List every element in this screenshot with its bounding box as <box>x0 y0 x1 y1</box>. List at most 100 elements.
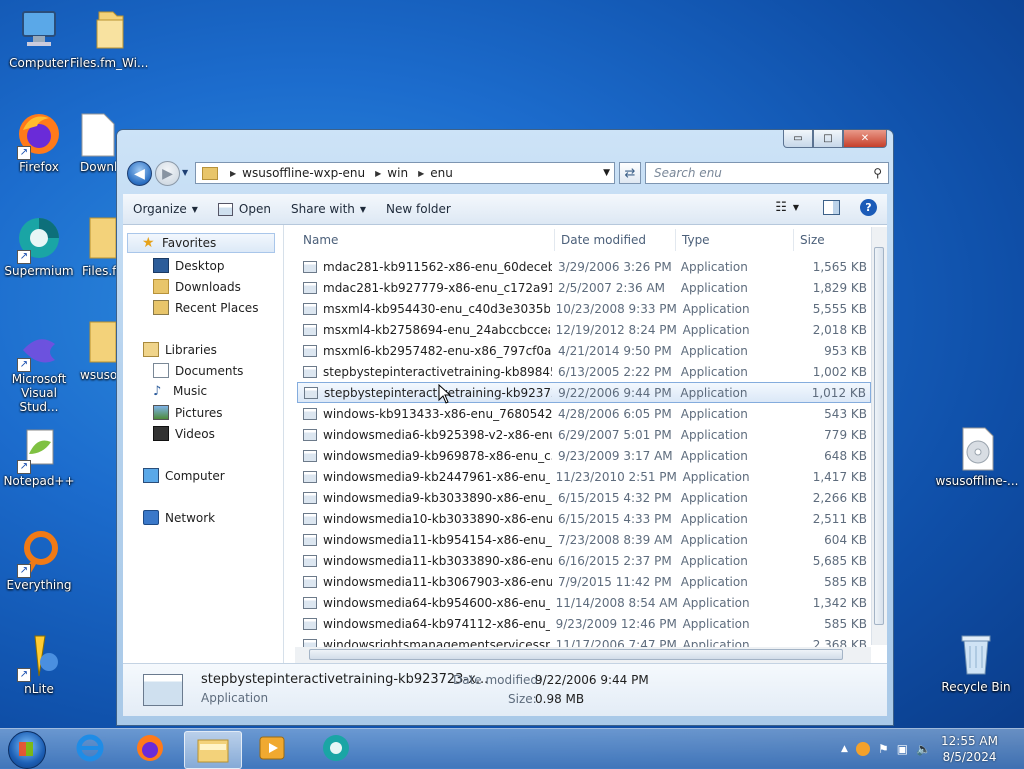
nav-computer[interactable]: Computer <box>143 468 225 483</box>
file-row[interactable]: windowsmedia11-kb3033890-x86-enu_3d... 6/… <box>297 550 871 571</box>
file-row[interactable]: msxml4-kb2758694-enu_24abccbcceaf5b... 12… <box>297 319 871 340</box>
search-box[interactable]: Search enu ⚲ <box>645 162 889 184</box>
change-view-icon[interactable]: ☷ <box>775 200 787 215</box>
clock[interactable]: 12:55 AM 8/5/2024 <box>941 733 998 765</box>
desktop-icon-recycle-bin[interactable]: Recycle Bin <box>936 630 1016 694</box>
file-row-selected[interactable]: stepbystepinteractivetraining-kb923723-x… <box>297 382 871 403</box>
computer-icon <box>143 468 159 483</box>
file-name: mdac281-kb911562-x86-enu_60deceb348... <box>323 259 552 274</box>
tray-app-icon[interactable] <box>855 742 870 756</box>
file-row[interactable]: windowsmedia6-kb925398-v2-x86-enu_c... 6/… <box>297 424 871 445</box>
nav-item-videos[interactable]: Videos <box>153 426 215 441</box>
refresh-button[interactable]: ⇄ <box>619 162 641 184</box>
address-dropdown-icon[interactable]: ▼ <box>603 168 610 178</box>
desktop-icon-files-fm[interactable]: Files.fm_Wi... <box>70 6 148 70</box>
nav-item-pictures[interactable]: Pictures <box>153 405 223 420</box>
desktop-icon-notepadpp[interactable]: ↗ Notepad++ <box>0 424 78 488</box>
column-header-type[interactable]: Type <box>676 229 794 251</box>
breadcrumb-chevron-icon[interactable]: ▶ <box>418 169 424 178</box>
new-folder-button[interactable]: New folder <box>376 202 461 216</box>
file-row[interactable]: windowsmedia10-kb3033890-x86-enu_ef... 6/… <box>297 508 871 529</box>
vertical-scrollbar[interactable] <box>871 227 887 645</box>
computer-icon <box>15 6 63 54</box>
taskbar-item-media-player[interactable] <box>244 731 300 767</box>
help-icon[interactable]: ? <box>860 199 877 216</box>
file-row[interactable]: stepbystepinteractivetraining-kb898458-x… <box>297 361 871 382</box>
preview-pane-icon[interactable] <box>823 200 840 215</box>
horizontal-scrollbar-thumb[interactable] <box>309 649 843 660</box>
file-row[interactable]: mdac281-kb911562-x86-enu_60deceb348... 3/… <box>297 256 871 277</box>
desktop-icon-supermium[interactable]: ↗ Supermium <box>0 214 78 278</box>
action-center-flag-icon[interactable]: ⚑ <box>878 742 889 756</box>
breadcrumb-chevron-icon[interactable]: ▶ <box>375 169 381 178</box>
address-bar[interactable]: ▶ wsusoffline-wxp-enu ▶ win ▶ enu ▼ <box>195 162 615 184</box>
nav-label: Pictures <box>175 405 223 420</box>
taskbar-item-windows-explorer[interactable] <box>184 731 242 769</box>
view-options-dropdown-icon[interactable]: ▼ <box>793 203 799 212</box>
file-row[interactable]: windowsmedia11-kb954154-x86-enu_9b7... 7/… <box>297 529 871 550</box>
nav-network[interactable]: Network <box>143 510 215 525</box>
column-header-size[interactable]: Size <box>794 229 869 251</box>
file-row[interactable]: mdac281-kb927779-x86-enu_c172a91d2d... 2/… <box>297 277 871 298</box>
nav-label: Computer <box>165 468 225 483</box>
desktop-icon-wsusoffline-iso[interactable]: wsusoffline-... <box>932 424 1022 488</box>
chevron-down-icon: ▼ <box>359 204 367 214</box>
file-row[interactable]: windowsmedia64-kb974112-x86-enu_da6... 9/… <box>297 613 871 634</box>
column-header-name[interactable]: Name <box>297 229 555 251</box>
network-icon[interactable]: ▣ <box>897 742 908 756</box>
supermium-icon: ↗ <box>15 214 63 264</box>
forward-button[interactable]: ▶ <box>155 161 180 186</box>
taskbar-item-firefox[interactable] <box>122 731 178 767</box>
nav-libraries[interactable]: Libraries <box>143 342 217 357</box>
breadcrumb-chevron-icon[interactable]: ▶ <box>230 169 236 178</box>
desktop-icon-nlite[interactable]: ↗ nLite <box>0 632 78 696</box>
file-row[interactable]: msxml4-kb954430-enu_c40d3e3035b8cea... 10… <box>297 298 871 319</box>
show-hidden-icons-icon[interactable]: ▲ <box>841 744 848 754</box>
file-row[interactable]: windowsmedia9-kb969878-x86-enu_c512... 9/… <box>297 445 871 466</box>
vertical-scrollbar-thumb[interactable] <box>874 247 884 625</box>
desktop-icon-wsuso[interactable]: wsuso <box>70 318 117 382</box>
file-row[interactable]: windowsmedia11-kb3067903-x86-enu_21... 7/… <box>297 571 871 592</box>
taskbar-item-internet-explorer[interactable] <box>62 731 118 767</box>
file-row[interactable]: windowsmedia9-kb2447961-x86-enu_4d... 11/… <box>297 466 871 487</box>
share-with-button[interactable]: Share with ▼ <box>281 202 376 216</box>
file-date: 4/28/2006 6:05 PM <box>557 406 672 421</box>
search-icon[interactable]: ⚲ <box>873 166 882 180</box>
shortcut-arrow-icon: ↗ <box>17 358 31 372</box>
nav-favorites[interactable]: ★ Favorites <box>127 233 275 253</box>
nav-item-desktop[interactable]: Desktop <box>153 258 225 273</box>
minimize-button[interactable]: ▭ <box>783 130 813 148</box>
file-row[interactable]: windowsmedia9-kb3033890-x86-enu_cd5... 6/… <box>297 487 871 508</box>
volume-muted-icon[interactable]: 🔈 <box>916 742 931 756</box>
taskbar-item-supermium[interactable] <box>308 731 364 767</box>
breadcrumb-item[interactable]: enu <box>430 166 453 180</box>
file-row[interactable]: windowsmedia64-kb954600-x86-enu_3b3... 11… <box>297 592 871 613</box>
back-button[interactable]: ◀ <box>127 161 152 186</box>
breadcrumb-item[interactable]: wsusoffline-wxp-enu <box>242 166 365 180</box>
horizontal-scrollbar[interactable] <box>295 647 871 663</box>
nav-item-documents[interactable]: Documents <box>153 363 243 378</box>
nav-item-music[interactable]: ♪ Music <box>153 384 207 398</box>
recent-pages-dropdown[interactable]: ▼ <box>182 168 188 177</box>
close-button[interactable]: ✕ <box>843 130 887 148</box>
breadcrumb-item[interactable]: win <box>387 166 408 180</box>
application-icon <box>303 617 317 630</box>
desktop-icon-files-fr[interactable]: Files.fr <box>70 214 117 278</box>
file-size: 779 KB <box>824 427 867 442</box>
file-type: Application <box>680 364 748 379</box>
nav-item-downloads[interactable]: Downloads <box>153 279 241 294</box>
column-header-date-modified[interactable]: Date modified <box>555 229 676 251</box>
maximize-button[interactable]: □ <box>813 130 843 148</box>
desktop-icon-firefox[interactable]: ↗ Firefox <box>0 110 78 174</box>
nav-item-recent-places[interactable]: Recent Places <box>153 300 258 315</box>
desktop-icon-everything[interactable]: ↗ Everything <box>0 528 78 592</box>
file-row[interactable]: windows-kb913433-x86-enu_76805425ec... 4/… <box>297 403 871 424</box>
start-button[interactable] <box>8 731 46 769</box>
organize-button[interactable]: Organize ▼ <box>123 202 208 216</box>
desktop-icon-visual-studio[interactable]: ↗ Microsoft Visual Stud... <box>0 330 78 414</box>
open-button[interactable]: Open <box>208 202 281 216</box>
desktop-icon-computer[interactable]: Computer <box>0 6 78 70</box>
file-row[interactable]: msxml6-kb2957482-enu-x86_797cf0a8db... 4/… <box>297 340 871 361</box>
open-icon <box>217 202 233 216</box>
desktop-icon-downloads[interactable]: Downl <box>70 110 116 174</box>
